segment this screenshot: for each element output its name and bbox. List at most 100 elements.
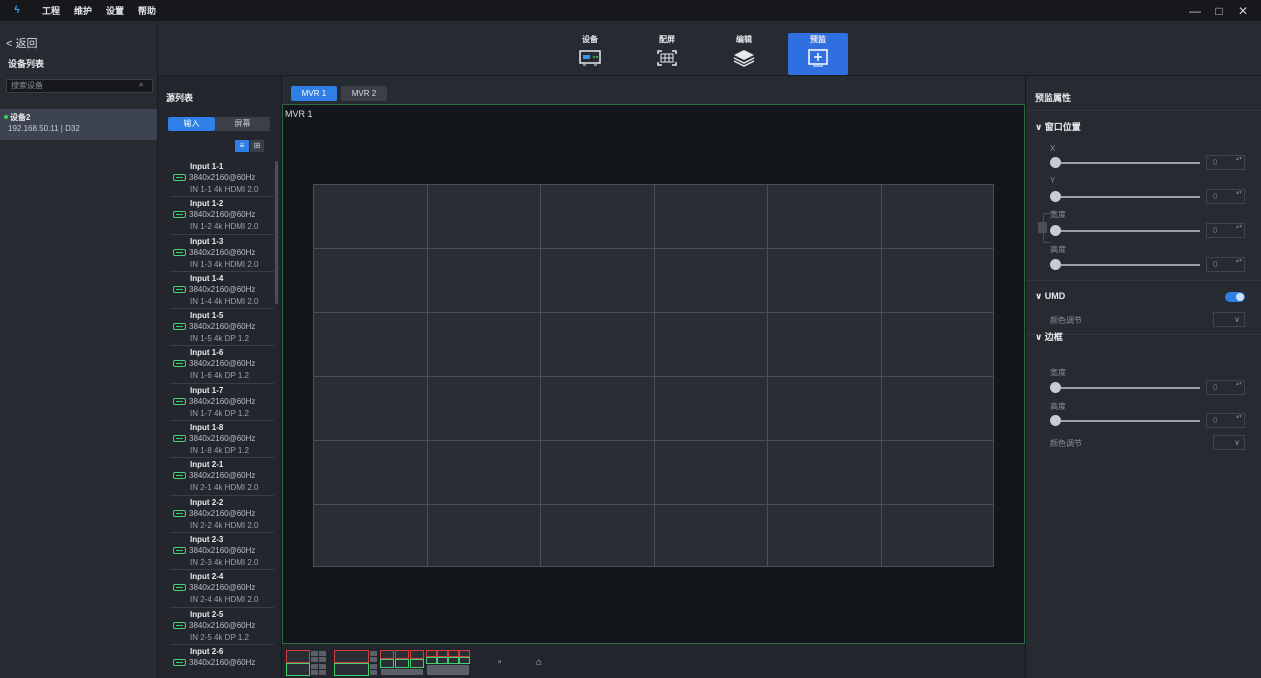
- source-list-item[interactable]: Input 1-7 3840x2160@60Hz IN 1-7 4k DP 1.2: [170, 384, 274, 422]
- source-port: IN 1-7 4k DP 1.2: [190, 408, 249, 418]
- lock-icon[interactable]: [1038, 222, 1047, 233]
- mode-toolbar: 设备 配屏 编辑 预监: [158, 21, 1261, 76]
- tool-preview[interactable]: 预监: [788, 33, 848, 75]
- width-slider-knob[interactable]: [1050, 225, 1061, 236]
- grid-line: [314, 312, 993, 313]
- x-slider[interactable]: [1050, 157, 1200, 168]
- border-width-slider[interactable]: [1050, 382, 1200, 393]
- device-name: 设备2: [10, 113, 31, 122]
- mvr-canvas[interactable]: MVR 1: [282, 104, 1025, 644]
- tool-screen-config[interactable]: 配屏: [637, 33, 697, 75]
- search-icon[interactable]: ⌕: [139, 80, 143, 90]
- layout-1-icon[interactable]: [286, 650, 330, 676]
- width-value: 0: [1213, 226, 1218, 235]
- source-list-item[interactable]: Input 2-5 3840x2160@60Hz IN 2-5 4k DP 1.2: [170, 608, 274, 645]
- device-search-input[interactable]: 搜索设备: [6, 79, 153, 93]
- grid-view-icon[interactable]: ⊞: [250, 140, 264, 152]
- maximize-button[interactable]: □: [1207, 0, 1231, 21]
- menu-maintain[interactable]: 维护: [74, 4, 92, 17]
- y-value: 0: [1213, 192, 1218, 201]
- grid-line: [314, 248, 993, 249]
- x-label: X: [1050, 144, 1056, 153]
- y-slider-knob[interactable]: [1050, 191, 1061, 202]
- spin-arrows-icon[interactable]: ▴▾: [1236, 190, 1242, 196]
- source-list-item[interactable]: Input 2-2 3840x2160@60Hz IN 2-2 4k HDMI 2.…: [170, 496, 274, 533]
- source-list-item[interactable]: Input 1-4 3840x2160@60Hz IN 1-4 4k HDMI 2.…: [170, 272, 274, 310]
- x-slider-knob[interactable]: [1050, 157, 1061, 168]
- menu-project[interactable]: 工程: [42, 4, 60, 17]
- section-window-position[interactable]: ∨ 窗口位置: [1035, 120, 1081, 133]
- tab-input[interactable]: 输入: [168, 117, 215, 131]
- width-slider[interactable]: [1050, 225, 1200, 236]
- height-slider[interactable]: [1050, 259, 1200, 270]
- height-field[interactable]: 0 ▴▾: [1206, 257, 1245, 272]
- back-button[interactable]: < 返回: [6, 35, 37, 51]
- height-slider-knob[interactable]: [1050, 259, 1061, 270]
- list-view-icon[interactable]: ≡: [235, 140, 249, 152]
- menu-settings[interactable]: 设置: [106, 4, 124, 17]
- y-slider[interactable]: [1050, 191, 1200, 202]
- spin-arrows-icon[interactable]: ▴▾: [1236, 381, 1242, 387]
- menu-help[interactable]: 帮助: [138, 4, 156, 17]
- source-name: Input 1-2: [190, 199, 224, 209]
- source-resolution: 3840x2160@60Hz: [189, 508, 256, 518]
- clear-icon[interactable]: ⌂: [536, 657, 542, 668]
- spin-arrows-icon[interactable]: ▴▾: [1236, 224, 1242, 230]
- minimize-button[interactable]: —: [1183, 0, 1207, 21]
- tab-mvr-1[interactable]: MVR 1: [291, 86, 337, 101]
- source-list-scrollbar[interactable]: [275, 161, 278, 304]
- border-height-field[interactable]: 0 ▴▾: [1206, 413, 1245, 428]
- tool-edit[interactable]: 编辑: [714, 33, 774, 75]
- umd-color-dropdown[interactable]: ∨: [1213, 312, 1245, 327]
- border-width-field[interactable]: 0 ▴▾: [1206, 380, 1245, 395]
- hdmi-signal-icon: [173, 360, 186, 368]
- source-list-item[interactable]: Input 2-1 3840x2160@60Hz IN 2-1 4k HDMI 2.…: [170, 458, 274, 496]
- spin-arrows-icon[interactable]: ▴▾: [1236, 258, 1242, 264]
- hdmi-signal-icon: [173, 285, 186, 293]
- border-width-slider-knob[interactable]: [1050, 382, 1061, 393]
- source-name: Input 1-7: [190, 385, 224, 395]
- source-list-item[interactable]: Input 2-6 3840x2160@60Hz: [170, 645, 274, 678]
- border-height-label: 高度: [1050, 402, 1066, 411]
- border-color-dropdown[interactable]: ∨: [1213, 435, 1245, 450]
- spin-arrows-icon[interactable]: ▴▾: [1236, 414, 1242, 420]
- hdmi-signal-icon: [173, 546, 186, 554]
- source-name: Input 1-4: [190, 273, 224, 283]
- device-list-item[interactable]: 设备2 192.168.50.11 | D32: [0, 109, 157, 140]
- source-list-item[interactable]: Input 2-3 3840x2160@60Hz IN 2-3 4k HDMI 2.…: [170, 533, 274, 571]
- tool-preview-label: 预监: [810, 35, 826, 44]
- source-list-item[interactable]: Input 1-6 3840x2160@60Hz IN 1-6 4k DP 1.2: [170, 346, 274, 384]
- layout-4-icon[interactable]: [426, 650, 470, 676]
- source-list-item[interactable]: Input 1-1 3840x2160@60Hz IN 1-1 4k HDMI 2.…: [170, 160, 274, 198]
- umd-toggle[interactable]: [1225, 292, 1245, 302]
- spin-arrows-icon[interactable]: ▴▾: [1236, 156, 1242, 162]
- width-field[interactable]: 0 ▴▾: [1206, 223, 1245, 238]
- source-list-item[interactable]: Input 1-3 3840x2160@60Hz IN 1-3 4k HDMI 2.…: [170, 235, 274, 272]
- tab-screen[interactable]: 屏幕: [215, 117, 270, 131]
- close-button[interactable]: ✕: [1231, 0, 1255, 21]
- mvr-layout-grid[interactable]: [313, 184, 994, 567]
- source-port: IN 2-2 4k HDMI 2.0: [190, 520, 259, 530]
- layout-2-icon[interactable]: [334, 650, 378, 676]
- source-resolution: 3840x2160@60Hz: [189, 210, 256, 220]
- border-height-slider[interactable]: [1050, 415, 1200, 426]
- source-name: Input 1-6: [190, 348, 224, 358]
- x-field[interactable]: 0 ▴▾: [1206, 155, 1245, 170]
- section-border[interactable]: ∨ 边框: [1035, 330, 1063, 343]
- hdmi-signal-icon: [173, 584, 186, 592]
- layout-3-icon[interactable]: [380, 650, 424, 676]
- border-width-value: 0: [1213, 383, 1218, 392]
- hdmi-signal-icon: [173, 174, 186, 181]
- source-list-item[interactable]: Input 1-5 3840x2160@60Hz IN 1-5 4k DP 1.2: [170, 309, 274, 347]
- source-name: Input 1-8: [190, 423, 224, 433]
- split-screen-icon[interactable]: ▫: [498, 657, 502, 668]
- border-height-slider-knob[interactable]: [1050, 415, 1061, 426]
- section-umd[interactable]: ∨ UMD: [1035, 291, 1065, 302]
- tab-mvr-2[interactable]: MVR 2: [341, 86, 387, 101]
- y-field[interactable]: 0 ▴▾: [1206, 189, 1245, 204]
- source-list-item[interactable]: Input 1-8 3840x2160@60Hz IN 1-8 4k DP 1.2: [170, 421, 274, 459]
- source-list-item[interactable]: Input 2-4 3840x2160@60Hz IN 2-4 4k HDMI 2.…: [170, 570, 274, 608]
- source-list-item[interactable]: Input 1-2 3840x2160@60Hz IN 1-2 4k HDMI 2.…: [170, 197, 274, 235]
- source-port: IN 2-5 4k DP 1.2: [190, 632, 249, 642]
- tool-device[interactable]: 设备: [560, 33, 620, 75]
